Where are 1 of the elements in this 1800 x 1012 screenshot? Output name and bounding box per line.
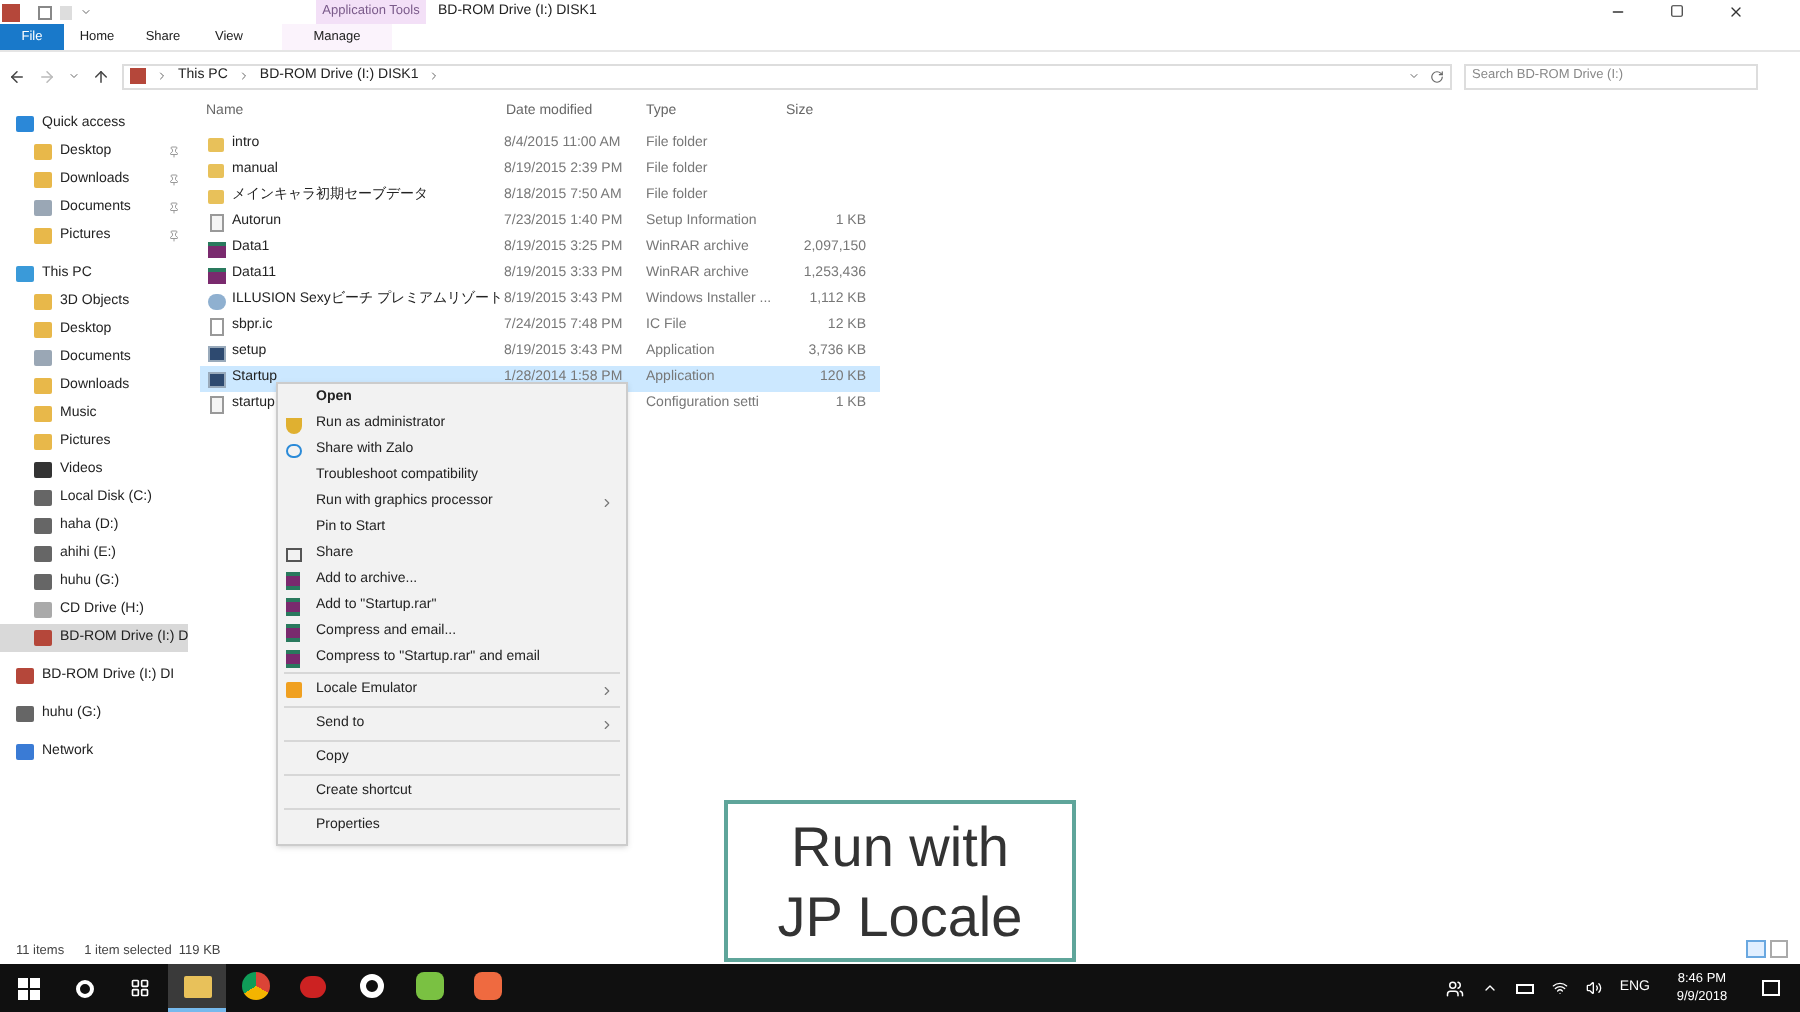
caption-card: Run with JP Locale (724, 800, 1076, 962)
